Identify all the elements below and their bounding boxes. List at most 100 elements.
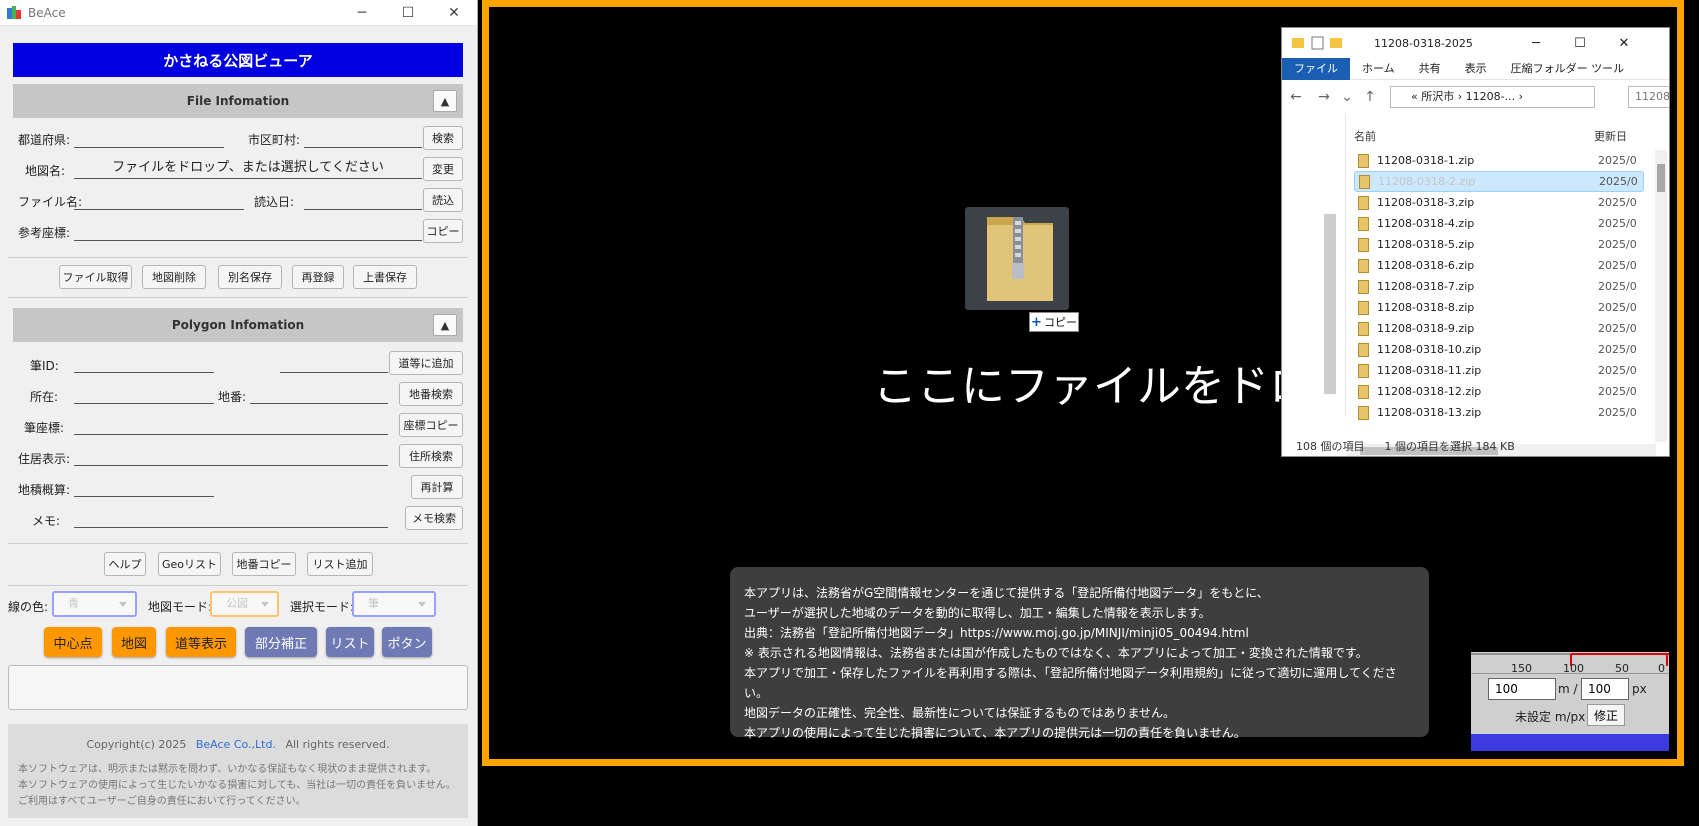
explorer-search-input[interactable]: 11208 <box>1628 86 1669 108</box>
list-vertical-scrollbar[interactable] <box>1655 150 1667 442</box>
recalc-button[interactable]: 再計算 <box>411 475 463 499</box>
copyright-line: Copyright(c) 2025 BeAce Co.,Ltd. All rig… <box>8 738 468 751</box>
tab-file[interactable]: ファイル <box>1282 57 1350 80</box>
divider <box>8 543 468 544</box>
partial-correct-button[interactable]: 部分補正 <box>245 627 317 657</box>
ref-coord-field[interactable] <box>74 221 422 241</box>
screen: BeAce ─ ☐ ✕ かさねる公図ビューア File Infomation ▲… <box>0 0 1699 826</box>
save-as-button[interactable]: 別名保存 <box>218 265 282 289</box>
meters-value: 100 <box>1495 682 1518 696</box>
load-button[interactable]: 読込 <box>423 188 463 212</box>
parcel-id-field-2[interactable] <box>280 353 388 373</box>
delete-map-button[interactable]: 地図削除 <box>142 265 206 289</box>
file-info-collapse-button[interactable]: ▲ <box>433 90 457 112</box>
explorer-title-bar[interactable]: 11208-0318-2025 ─ ☐ ✕ <box>1282 28 1669 58</box>
list-item[interactable]: 11208-0318-8.zip 2025/0 <box>1354 297 1644 318</box>
lot-no-field[interactable] <box>250 384 388 404</box>
back-arrow-icon[interactable]: ← <box>1282 89 1310 105</box>
list-item[interactable]: 11208-0318-10.zip 2025/0 <box>1354 339 1644 360</box>
parcel-id-field[interactable] <box>74 353 214 373</box>
address-search-button[interactable]: 住所検索 <box>399 444 463 468</box>
col-name[interactable]: 名前 <box>1354 128 1376 144</box>
pixels-unit: px <box>1632 682 1647 696</box>
coord-copy-button[interactable]: 座標コピー <box>399 413 463 437</box>
potan-button[interactable]: ポタン <box>382 627 432 657</box>
city-field[interactable] <box>304 128 422 148</box>
col-date[interactable]: 更新日 <box>1594 128 1627 144</box>
add-to-road-button[interactable]: 道等に追加 <box>389 351 463 375</box>
memo-field[interactable] <box>74 508 388 528</box>
file-name: 11208-0318-1.zip <box>1377 154 1475 167</box>
list-item[interactable]: 11208-0318-4.zip 2025/0 <box>1354 213 1644 234</box>
address-field[interactable] <box>74 446 388 466</box>
help-button[interactable]: ヘルプ <box>104 552 146 576</box>
lot-search-button[interactable]: 地番検索 <box>399 382 463 406</box>
list-item[interactable]: 11208-0318-9.zip 2025/0 <box>1354 318 1644 339</box>
list-item[interactable]: 11208-0318-12.zip 2025/0 <box>1354 381 1644 402</box>
search-button[interactable]: 検索 <box>423 126 463 150</box>
geo-list-button[interactable]: Geoリスト <box>158 552 221 576</box>
maximize-button[interactable]: ☐ <box>385 0 431 26</box>
road-display-button[interactable]: 道等表示 <box>166 627 236 657</box>
center-point-button[interactable]: 中心点 <box>44 627 102 657</box>
meters-unit: m / <box>1558 682 1578 696</box>
nav-scrollbar[interactable] <box>1324 214 1336 394</box>
location-field[interactable] <box>74 384 214 404</box>
scroll-thumb[interactable] <box>1657 164 1665 192</box>
forward-arrow-icon[interactable]: → <box>1310 89 1338 105</box>
explorer-nav-pane[interactable] <box>1282 114 1346 416</box>
file-name: 11208-0318-7.zip <box>1377 280 1475 293</box>
map-button[interactable]: 地図 <box>112 627 156 657</box>
plus-icon: + <box>1031 314 1042 330</box>
zip-file-icon <box>1358 153 1369 168</box>
select-mode-select[interactable]: 筆 <box>352 591 436 617</box>
explorer-minimize-button[interactable]: ─ <box>1514 28 1558 58</box>
polygon-info-collapse-button[interactable]: ▲ <box>433 314 457 336</box>
file-name-field[interactable] <box>74 190 244 210</box>
change-button[interactable]: 変更 <box>423 157 463 181</box>
scale-fix-button[interactable]: 修正 <box>1587 704 1625 726</box>
list-item-selected[interactable]: 11208-0318-2.zip 2025/0 <box>1354 171 1644 192</box>
list-item[interactable]: 11208-0318-1.zip 2025/0 <box>1354 150 1644 171</box>
list-item[interactable]: 11208-0318-3.zip 2025/0 <box>1354 192 1644 213</box>
list-item[interactable]: 11208-0318-11.zip 2025/0 <box>1354 360 1644 381</box>
parcel-coord-field[interactable] <box>74 415 388 435</box>
map-mode-select[interactable]: 公図 <box>210 591 279 617</box>
company-link[interactable]: BeAce Co.,Ltd. <box>196 738 276 751</box>
title-bar[interactable]: BeAce ─ ☐ ✕ <box>0 0 477 26</box>
file-name: 11208-0318-4.zip <box>1377 217 1475 230</box>
parcel-coord-label: 筆座標: <box>24 421 65 435</box>
pixels-spinner[interactable]: 100 <box>1581 678 1629 700</box>
memo-search-button[interactable]: メモ検索 <box>405 506 463 530</box>
read-date-field[interactable] <box>304 190 422 210</box>
tab-home[interactable]: ホーム <box>1350 58 1407 80</box>
close-button[interactable]: ✕ <box>431 0 477 26</box>
up-arrow-icon[interactable]: ↑ <box>1356 89 1384 105</box>
overwrite-save-button[interactable]: 上書保存 <box>353 265 417 289</box>
notice-line: 本アプリの使用によって生じた損害について、本アプリの提供元は一切の責任を負いませ… <box>744 726 1246 740</box>
list-button[interactable]: リスト <box>326 627 374 657</box>
copy-coord-button[interactable]: コピー <box>423 219 463 243</box>
reregister-button[interactable]: 再登録 <box>292 265 344 289</box>
prefecture-field[interactable] <box>74 128 224 148</box>
explorer-maximize-button[interactable]: ☐ <box>1558 28 1602 58</box>
meters-select[interactable]: 100 <box>1488 678 1556 700</box>
lot-copy-button[interactable]: 地番コピー <box>232 552 296 576</box>
list-item[interactable]: 11208-0318-7.zip 2025/0 <box>1354 276 1644 297</box>
area-field[interactable] <box>74 477 214 497</box>
tab-share[interactable]: 共有 <box>1407 58 1453 80</box>
disclaimer-line: 本ソフトウェアの使用によって生じたいかなる損害に対しても、当社は一切の責任を負い… <box>18 780 456 791</box>
list-add-button[interactable]: リスト追加 <box>307 552 373 576</box>
map-name-field[interactable]: ファイルをドロップ、または選択してください <box>74 159 422 179</box>
line-color-select[interactable]: 青 <box>52 591 137 617</box>
minimize-button[interactable]: ─ <box>339 0 385 26</box>
list-item[interactable]: 11208-0318-5.zip 2025/0 <box>1354 234 1644 255</box>
address-bar[interactable]: « 所沢市 › 11208-... › <box>1390 86 1595 108</box>
tab-compressed-tools[interactable]: 圧縮フォルダー ツール <box>1499 58 1637 80</box>
tab-view[interactable]: 表示 <box>1453 58 1499 80</box>
list-item[interactable]: 11208-0318-13.zip 2025/0 <box>1354 402 1644 423</box>
chevron-down-icon[interactable]: ⌄ <box>1338 89 1356 105</box>
explorer-close-button[interactable]: ✕ <box>1602 28 1646 58</box>
list-item[interactable]: 11208-0318-6.zip 2025/0 <box>1354 255 1644 276</box>
get-file-button[interactable]: ファイル取得 <box>59 265 132 289</box>
